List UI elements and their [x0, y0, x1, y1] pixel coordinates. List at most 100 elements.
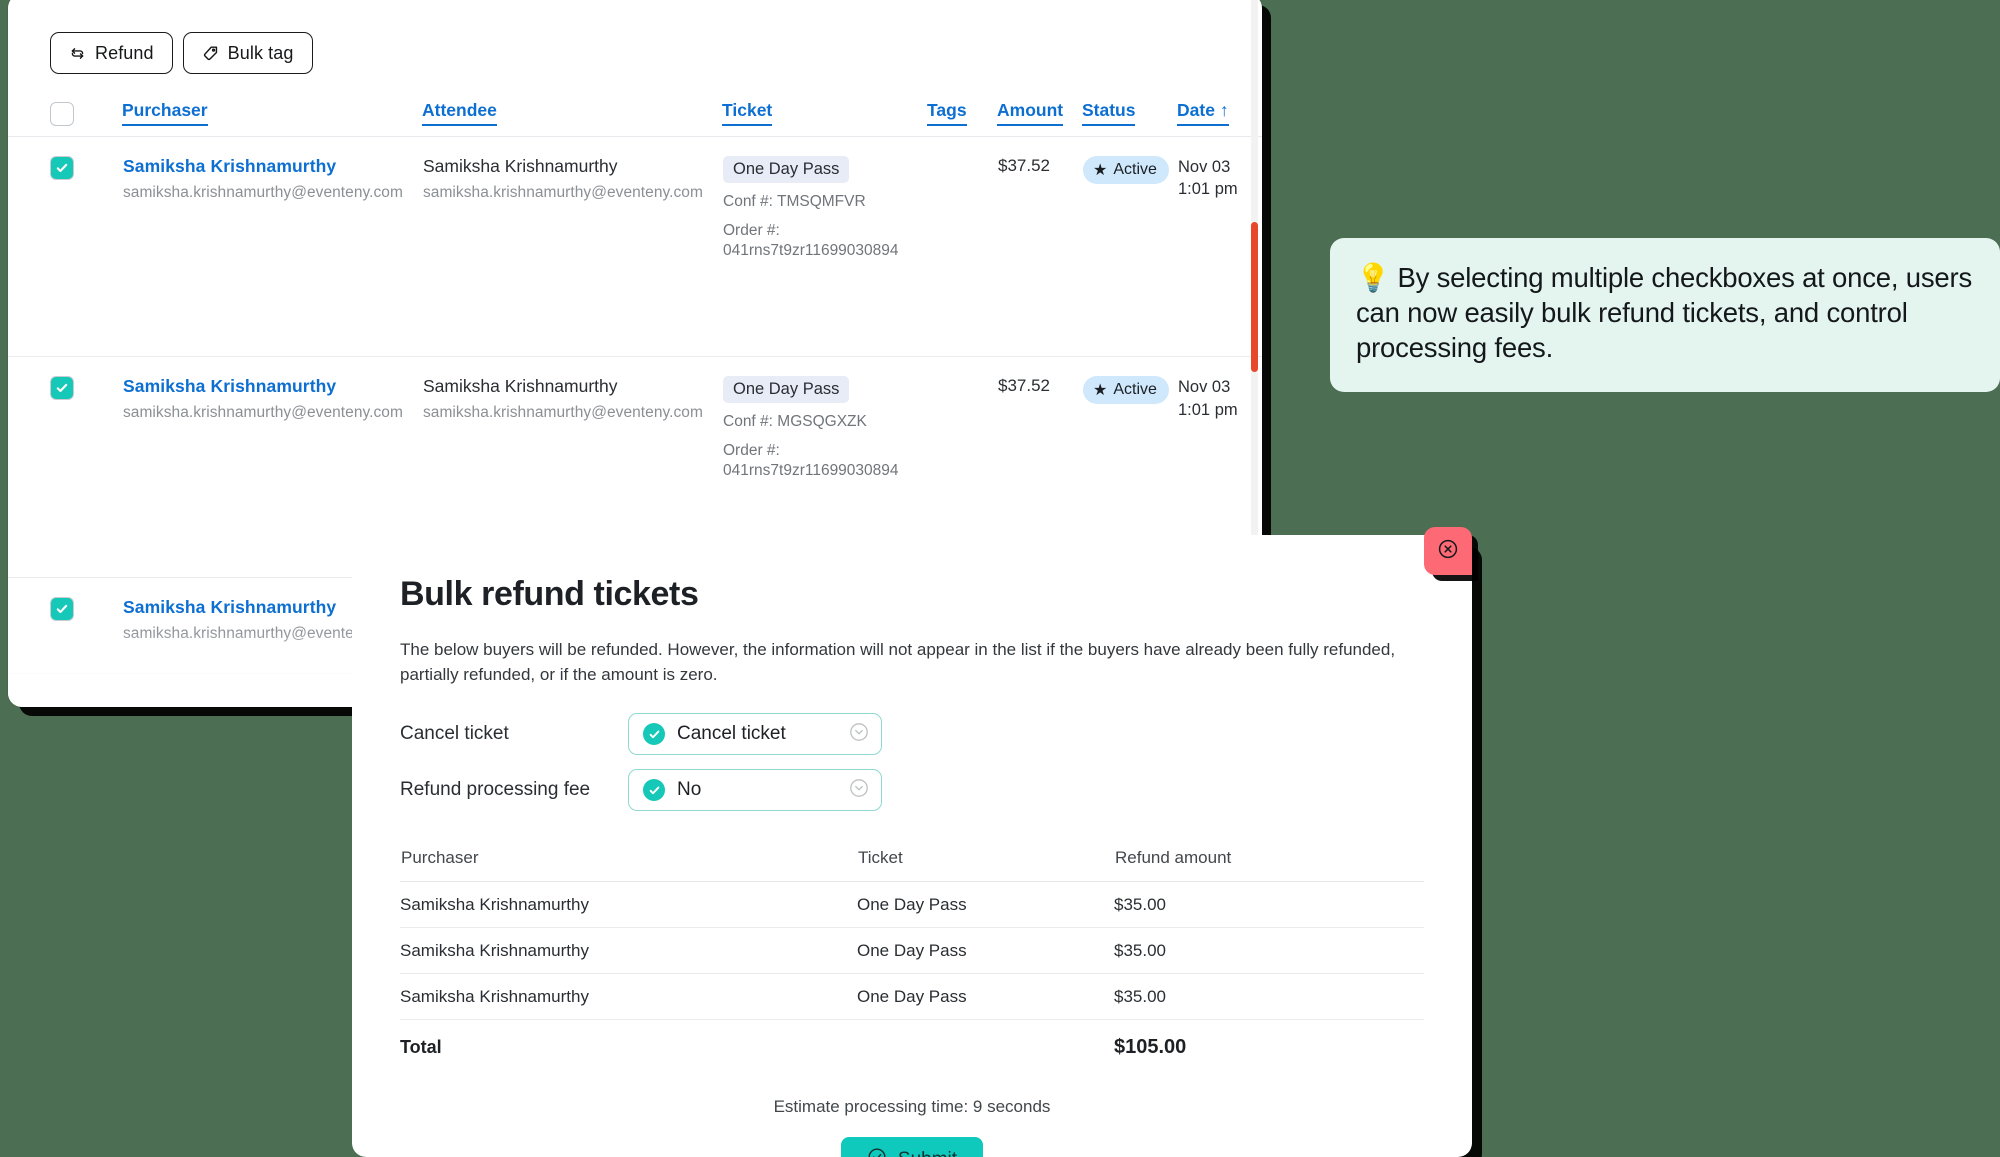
refund-row-amount: $35.00	[1114, 895, 1166, 915]
star-icon: ★	[1093, 162, 1108, 179]
bulk-actions-toolbar: Refund Bulk tag	[8, 0, 1262, 74]
star-icon: ★	[1093, 382, 1108, 400]
refund-processing-fee-value: No	[677, 779, 702, 801]
feature-callout-text: By selecting multiple checkboxes at once…	[1356, 262, 1973, 364]
row-purchaser-cell: Samiksha Krishnamurthy samiksha.krishnam…	[122, 137, 422, 357]
status-badge: ★ Active	[1083, 156, 1169, 184]
ticket-order-number: Order #: 041rns7t9zr11699030894	[723, 442, 899, 480]
cancel-ticket-value: Cancel ticket	[677, 723, 786, 745]
row-select-cell	[8, 357, 122, 577]
refund-processing-fee-label: Refund processing fee	[400, 779, 591, 801]
refund-row-amount: $35.00	[1114, 941, 1166, 961]
chevron-down-icon[interactable]	[849, 722, 869, 747]
status-badge: ★ Active	[1083, 376, 1169, 405]
column-header-status[interactable]: Status	[1082, 100, 1177, 137]
ticket-type-badge: One Day Pass	[723, 376, 850, 404]
cancel-ticket-select[interactable]: Cancel ticket	[628, 713, 882, 756]
attendee-name: Samiksha Krishnamurthy	[423, 376, 618, 397]
refund-processing-fee-select[interactable]: No	[628, 769, 882, 812]
lightbulb-icon: 💡	[1356, 262, 1391, 293]
purchaser-email: samiksha.krishnamurthy@eventeny.com	[123, 184, 403, 201]
row-ticket-cell: One Day Pass Conf #: TMSQMFVR Order #: 04…	[722, 137, 927, 357]
select-all-header	[8, 100, 122, 137]
row-date: Nov 03	[1178, 378, 1231, 397]
refund-button-label: Refund	[95, 42, 154, 63]
column-header-purchaser[interactable]: Purchaser	[122, 100, 422, 137]
refund-button[interactable]: Refund	[50, 32, 173, 74]
refund-total-spacer	[857, 1020, 1114, 1072]
refund-total-row: Total $105.00	[400, 1020, 1424, 1072]
close-circle-icon	[1435, 536, 1461, 567]
refund-row-purchaser: Samiksha Krishnamurthy	[400, 987, 589, 1007]
tag-icon	[202, 45, 219, 62]
column-header-attendee[interactable]: Attendee	[422, 100, 722, 137]
modal-description: The below buyers will be refunded. Howev…	[400, 640, 1396, 684]
row-amount-cell: $37.52	[998, 156, 1050, 175]
refund-col-amount: Refund amount	[1115, 848, 1232, 868]
column-header-purchaser-label[interactable]: Purchaser	[122, 100, 208, 126]
table-row[interactable]: Samiksha Krishnamurthy samiksha.krishnam…	[8, 137, 1262, 357]
list-scrollbar-thumb[interactable]	[1251, 222, 1258, 372]
column-header-date[interactable]: Date ↑	[1177, 100, 1262, 137]
refund-row-ticket: One Day Pass	[857, 895, 967, 915]
attendee-email: samiksha.krishnamurthy@eventeny.com	[423, 184, 703, 201]
row-checkbox[interactable]	[50, 156, 74, 180]
column-header-ticket-label[interactable]: Ticket	[722, 100, 773, 126]
row-status-cell: ★ Active	[1082, 137, 1177, 357]
cancel-ticket-label: Cancel ticket	[400, 723, 509, 745]
check-circle-icon	[643, 779, 665, 802]
refund-total-label: Total	[400, 1037, 442, 1058]
ticket-conf-number: Conf #: MGSQGXZK	[723, 413, 867, 431]
row-attendee-cell: Samiksha Krishnamurthy samiksha.krishnam…	[422, 137, 722, 357]
submit-button[interactable]: Submit	[840, 1137, 984, 1157]
feature-callout: 💡 By selecting multiple checkboxes at on…	[1330, 238, 2000, 392]
column-header-attendee-label[interactable]: Attendee	[422, 100, 497, 126]
column-header-amount-label[interactable]: Amount	[997, 100, 1064, 126]
attendee-name: Samiksha Krishnamurthy	[423, 156, 618, 176]
bulk-tag-button[interactable]: Bulk tag	[182, 32, 313, 74]
page-title: Bulk refund tickets	[400, 575, 699, 613]
refund-row-amount: $35.00	[1114, 987, 1166, 1007]
refund-row-ticket: One Day Pass	[857, 987, 967, 1007]
column-header-status-label[interactable]: Status	[1082, 100, 1136, 126]
bulk-tag-button-label: Bulk tag	[227, 42, 294, 63]
table-row: Samiksha Krishnamurthy One Day Pass $35.…	[400, 974, 1424, 1020]
row-checkbox[interactable]	[50, 376, 74, 401]
row-date: Nov 03	[1178, 158, 1231, 176]
column-header-ticket[interactable]: Ticket	[722, 100, 927, 137]
close-button[interactable]	[1424, 527, 1472, 575]
purchaser-name-link[interactable]: Samiksha Krishnamurthy	[123, 156, 421, 177]
row-select-cell	[8, 577, 122, 673]
ticket-order-number: Order #: 041rns7t9zr11699030894	[723, 221, 899, 259]
column-header-amount[interactable]: Amount	[997, 100, 1082, 137]
refund-row-purchaser: Samiksha Krishnamurthy	[400, 941, 589, 961]
row-time: 1:01 pm	[1178, 400, 1238, 419]
estimate-processing-time: Estimate processing time: 9 seconds	[773, 1097, 1051, 1117]
row-date-cell: Nov 03 1:01 pm	[1177, 137, 1262, 357]
column-header-date-label[interactable]: Date ↑	[1177, 100, 1229, 126]
row-select-cell	[8, 137, 122, 357]
refund-row-ticket: One Day Pass	[857, 941, 967, 961]
refund-col-ticket: Ticket	[858, 848, 903, 868]
ticket-conf-number: Conf #: TMSQMFVR	[723, 193, 866, 210]
tickets-table-header: Purchaser Attendee Ticket Tags Amount St…	[8, 100, 1262, 137]
refund-col-purchaser: Purchaser	[401, 848, 479, 868]
attendee-email: samiksha.krishnamurthy@eventeny.com	[423, 404, 703, 422]
select-all-checkbox[interactable]	[50, 102, 74, 126]
chevron-down-icon[interactable]	[849, 778, 869, 803]
refund-icon	[69, 45, 86, 62]
row-time: 1:01 pm	[1178, 180, 1238, 199]
purchaser-email: samiksha.krishnamurthy@eventeny.com	[123, 404, 403, 422]
row-checkbox[interactable]	[50, 596, 74, 621]
refund-total-amount: $105.00	[1114, 1036, 1187, 1059]
sort-ascending-icon: ↑	[1219, 100, 1229, 120]
refund-summary-table: Purchaser Ticket Refund amount Samiksha …	[400, 847, 1424, 1071]
cancel-ticket-row: Cancel ticket Cancel ticket	[400, 713, 1424, 756]
refund-summary-header: Purchaser Ticket Refund amount	[400, 847, 1424, 882]
bulk-refund-modal: Bulk refund tickets The below buyers wil…	[352, 535, 1472, 1157]
check-circle-icon	[867, 1147, 887, 1157]
column-header-tags-label[interactable]: Tags	[927, 100, 967, 126]
purchaser-name-link[interactable]: Samiksha Krishnamurthy	[123, 376, 421, 397]
column-header-tags[interactable]: Tags	[927, 100, 997, 137]
submit-button-label: Submit	[898, 1149, 957, 1157]
